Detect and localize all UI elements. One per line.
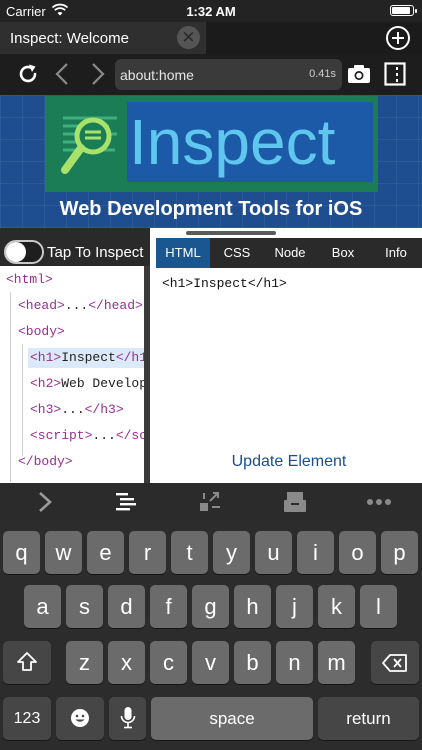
status-bar: Carrier 1:32 AM xyxy=(0,0,422,22)
page-tagline: Web Development Tools for iOS xyxy=(59,198,363,220)
dom-node[interactable]: <h2>Web Developm xyxy=(30,374,144,394)
key-d[interactable]: d xyxy=(108,585,145,628)
delete-icon xyxy=(382,654,407,672)
key-f[interactable]: f xyxy=(150,585,187,628)
key-w[interactable]: w xyxy=(45,531,82,574)
dom-tree[interactable]: <html> <head>...</head> <body> <h1>Inspe… xyxy=(0,266,144,483)
chevron-left-icon[interactable] xyxy=(54,62,70,86)
key-n[interactable]: n xyxy=(276,641,313,684)
onscreen-keyboard: q w e r t y u i o p a s d f g h j k l z … xyxy=(0,521,422,750)
dom-node[interactable]: </body> xyxy=(18,452,73,472)
inspect-logo: Inspect xyxy=(45,96,378,192)
emoji-key[interactable] xyxy=(56,697,104,740)
key-y[interactable]: y xyxy=(213,531,250,574)
inspect-toggle-row: Tap To Inspect xyxy=(0,238,150,266)
tab-bar: Inspect: Welcome ✕ xyxy=(0,22,422,54)
dom-node-selected[interactable]: <h1>Inspect</h1> xyxy=(28,348,144,368)
dom-node[interactable]: <script>...</scr xyxy=(30,426,144,446)
move-icon[interactable] xyxy=(198,491,222,513)
panel-grabber[interactable] xyxy=(186,231,276,235)
numbers-key[interactable]: 123 xyxy=(3,697,51,740)
reload-icon[interactable] xyxy=(16,62,40,86)
load-time: 0.41s xyxy=(309,68,336,80)
plus-circle-icon[interactable] xyxy=(386,26,410,50)
key-t[interactable]: t xyxy=(171,531,208,574)
browser-toolbar: 0.41s xyxy=(0,54,422,95)
close-icon[interactable]: ✕ xyxy=(177,26,200,49)
tab-info[interactable]: Info xyxy=(370,238,422,268)
logo-wordmark: Inspect xyxy=(127,102,373,182)
chevron-right-icon[interactable] xyxy=(90,62,106,86)
return-key[interactable]: return xyxy=(318,697,419,740)
outline-icon[interactable] xyxy=(114,491,138,513)
tab-box[interactable]: Box xyxy=(318,238,368,268)
html-editor[interactable]: <h1>Inspect</h1> xyxy=(162,276,287,291)
key-m[interactable]: m xyxy=(318,641,355,684)
emoji-icon xyxy=(71,709,89,727)
key-i[interactable]: i xyxy=(297,531,334,574)
magnifier-logo-icon xyxy=(61,116,117,174)
key-z[interactable]: z xyxy=(66,641,103,684)
url-bar[interactable]: 0.41s xyxy=(115,59,342,90)
key-c[interactable]: c xyxy=(150,641,187,684)
camera-icon[interactable] xyxy=(347,62,371,86)
tab-html[interactable]: HTML xyxy=(156,238,210,268)
update-element-button[interactable]: Update Element xyxy=(156,453,422,471)
dom-node[interactable]: <html> xyxy=(6,270,53,290)
keyboard-accessory-bar xyxy=(0,483,422,521)
key-s[interactable]: s xyxy=(66,585,103,628)
key-j[interactable]: j xyxy=(276,585,313,628)
battery-icon xyxy=(390,5,417,16)
tab-title: Inspect: Welcome xyxy=(10,30,129,47)
chevron-right-icon[interactable] xyxy=(38,491,52,513)
microphone-icon xyxy=(120,707,135,729)
tap-to-inspect-label: Tap To Inspect xyxy=(47,244,144,261)
key-h[interactable]: h xyxy=(234,585,271,628)
archive-icon[interactable] xyxy=(283,491,307,513)
shift-icon xyxy=(17,652,37,671)
clock: 1:32 AM xyxy=(186,4,236,19)
inspector-panel: Tap To Inspect <html> <head>...</head> <… xyxy=(0,228,422,483)
space-key[interactable]: space xyxy=(151,697,313,740)
tab-node[interactable]: Node xyxy=(264,238,316,268)
key-u[interactable]: u xyxy=(255,531,292,574)
browser-tab[interactable]: Inspect: Welcome ✕ xyxy=(0,22,206,54)
tap-to-inspect-switch[interactable] xyxy=(4,240,44,264)
key-a[interactable]: a xyxy=(24,585,61,628)
split-panel-icon[interactable] xyxy=(384,62,406,86)
microphone-key[interactable] xyxy=(109,697,146,740)
key-k[interactable]: k xyxy=(318,585,355,628)
delete-key[interactable] xyxy=(371,641,419,684)
key-r[interactable]: r xyxy=(129,531,166,574)
web-page-banner: Inspect Web Development Tools for iOS xyxy=(0,95,422,228)
key-b[interactable]: b xyxy=(234,641,271,684)
element-detail-pane: HTML CSS Node Box Info <h1>Inspect</h1> … xyxy=(156,228,422,483)
dom-node[interactable]: <body> xyxy=(18,322,65,342)
shift-key[interactable] xyxy=(3,641,51,684)
more-icon[interactable] xyxy=(366,491,392,513)
key-e[interactable]: e xyxy=(87,531,124,574)
dom-node[interactable]: <head>...</head> xyxy=(18,296,143,316)
key-q[interactable]: q xyxy=(3,531,40,574)
key-g[interactable]: g xyxy=(192,585,229,628)
tab-css[interactable]: CSS xyxy=(212,238,262,268)
key-p[interactable]: p xyxy=(381,531,418,574)
key-l[interactable]: l xyxy=(360,585,397,628)
key-o[interactable]: o xyxy=(339,531,376,574)
key-x[interactable]: x xyxy=(108,641,145,684)
dom-tree-pane: Tap To Inspect <html> <head>...</head> <… xyxy=(0,228,150,483)
key-v[interactable]: v xyxy=(192,641,229,684)
inspector-tabs: HTML CSS Node Box Info xyxy=(156,238,422,268)
url-input[interactable] xyxy=(120,59,300,90)
dom-node[interactable]: <h3>...</h3> xyxy=(30,400,124,420)
